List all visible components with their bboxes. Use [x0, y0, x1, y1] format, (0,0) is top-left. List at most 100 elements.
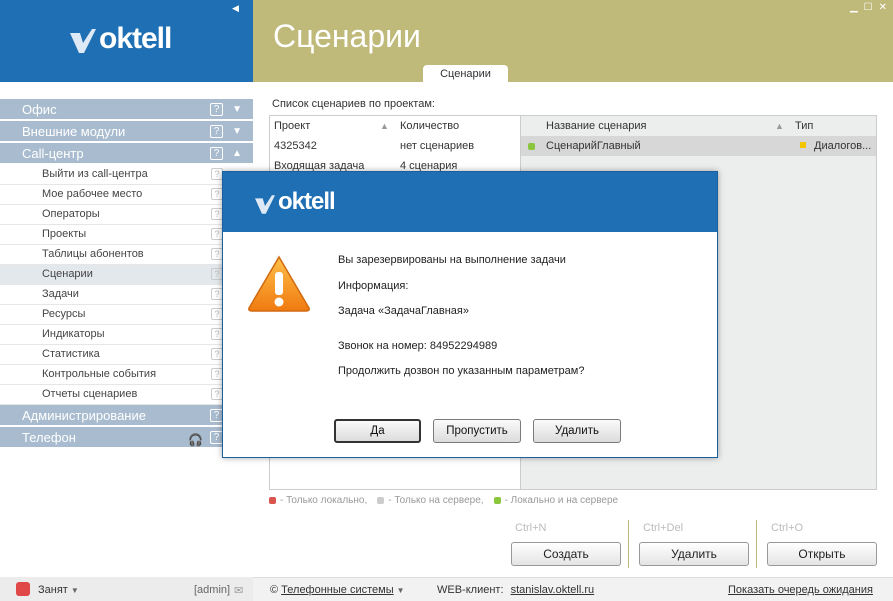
minimize-icon[interactable]: ▁ [850, 2, 858, 13]
column-type[interactable]: Тип [795, 116, 813, 136]
nav-item-operators[interactable]: Операторы? [0, 205, 253, 225]
show-queue-link[interactable]: Показать очередь ожидания [728, 584, 873, 596]
nav-item-subscriber-tables[interactable]: Таблицы абонентов? [0, 245, 253, 265]
headset-icon[interactable]: 🎧 [188, 430, 203, 451]
nav-item-label: Контрольные события [42, 368, 157, 380]
nav-item-label: Статистика [42, 348, 100, 360]
help-icon[interactable]: ? [210, 147, 223, 160]
nav-item-label: Сценарии [42, 268, 93, 280]
mail-icon[interactable]: ✉ [234, 584, 243, 597]
dialog-oktell-logo: oktell [255, 188, 336, 216]
nav-section-phone[interactable]: Телефон 🎧 ? [0, 427, 253, 449]
help-icon[interactable]: ? [210, 125, 223, 138]
web-client-link[interactable]: stanislav.oktell.ru [511, 584, 595, 596]
chevron-down-icon[interactable]: ▼ [397, 586, 405, 595]
tab-scenarios[interactable]: Сценарии [423, 65, 508, 83]
nav-section-label: Телефон [22, 430, 76, 445]
nav-section-label: Администрирование [22, 408, 146, 423]
nav-item-exit-call-center[interactable]: Выйти из call-центра? [0, 165, 253, 185]
nav-item-label: Отчеты сценариев [42, 388, 138, 400]
oktell-logo: oktell [70, 22, 172, 56]
project-list-header: Проект ▲ Количество [270, 116, 520, 136]
open-button[interactable]: Открыть [767, 542, 877, 566]
nav-section-label: Офис [22, 102, 57, 117]
nav-item-label: Таблицы абонентов [42, 248, 144, 260]
nav-item-control-events[interactable]: Контрольные события? [0, 365, 253, 385]
status-text: Занят [38, 584, 68, 596]
gray-square-icon [377, 496, 385, 504]
nav-item-projects[interactable]: Проекты? [0, 225, 253, 245]
nav-item-label: Проекты [42, 228, 87, 240]
dialog-delete-button[interactable]: Удалить [533, 419, 621, 443]
divider [628, 520, 629, 568]
close-icon[interactable]: ✕ [879, 2, 887, 13]
legend-local: - Только локально, [269, 495, 367, 506]
nav-item-label: Ресурсы [42, 308, 86, 320]
legend-server: - Только на сервере, [377, 495, 484, 506]
delete-button[interactable]: Удалить [639, 542, 749, 566]
web-label: WEB-клиент: [437, 584, 504, 596]
nav-section-external-modules[interactable]: Внешние модули ? ▼ [0, 121, 253, 143]
busy-status-icon[interactable] [16, 582, 30, 596]
chevron-up-icon[interactable]: ▲ [232, 143, 242, 164]
chevron-down-icon[interactable]: ▼ [232, 99, 242, 120]
nav-item-statistics[interactable]: Статистика? [0, 345, 253, 365]
sort-asc-icon[interactable]: ▲ [380, 116, 389, 136]
legend-server-text: - Только на сервере, [388, 495, 484, 506]
cell-project: 4325342 [274, 140, 317, 152]
nav-item-scenario-reports[interactable]: Отчеты сценариев? [0, 385, 253, 405]
dialog-message: Вы зарезервированы на выполнение задачи [338, 254, 566, 266]
nav-item-scenarios[interactable]: Сценарии? [0, 265, 253, 285]
nav-item-label: Задачи [42, 288, 79, 300]
cell-type: Диалогов... [814, 140, 872, 152]
legend-both-text: - Локально и на сервере [504, 495, 619, 506]
nav-section-administration[interactable]: Администрирование ? [0, 405, 253, 427]
nav-item-resources[interactable]: Ресурсы? [0, 305, 253, 325]
legend-local-text: - Только локально, [280, 495, 368, 506]
dialog-header: oktell [223, 172, 717, 232]
scenario-list-label: Список сценариев по проектам: [272, 98, 435, 110]
nav-section-office[interactable]: Офис ? ▼ [0, 99, 253, 121]
nav-section-call-center[interactable]: Call-центр ? ▲ [0, 143, 253, 165]
help-icon[interactable]: ? [210, 103, 223, 116]
nav-item-label: Операторы [42, 208, 100, 220]
company-link[interactable]: Телефонные системы [281, 584, 393, 596]
create-button[interactable]: Создать [511, 542, 621, 566]
table-row[interactable]: 4325342 нет сценариев [270, 136, 520, 156]
dialog-type-icon [800, 142, 806, 148]
copyright-sign: © [270, 584, 279, 596]
status-selector[interactable]: Занят ▼ [38, 584, 79, 596]
nav-item-workplace[interactable]: Мое рабочее место? [0, 185, 253, 205]
cell-count: нет сценариев [400, 140, 475, 152]
logo-area: oktell [0, 0, 253, 82]
column-scenario-name[interactable]: Название сценария [546, 116, 646, 136]
yes-button[interactable]: Да [334, 419, 421, 443]
window-controls: ▁ ☐ ✕ [850, 2, 887, 13]
nav-section-label: Call-центр [22, 146, 84, 161]
red-square-icon [269, 496, 276, 504]
skip-button[interactable]: Пропустить [433, 419, 521, 443]
sort-asc-icon[interactable]: ▲ [775, 116, 784, 136]
chevron-down-icon[interactable]: ▼ [232, 121, 242, 142]
dialog-question: Продолжить дозвон по указанным параметра… [338, 365, 585, 377]
web-client: WEB-клиент: stanislav.oktell.ru [437, 584, 594, 596]
collapse-panel-icon[interactable]: ◀ [232, 3, 239, 14]
dialog-task: Задача «ЗадачаГлавная» [338, 305, 469, 317]
sidebar-nav: Офис ? ▼ Внешние модули ? ▼ Call-центр ?… [0, 99, 253, 449]
oktell-logo-icon [255, 193, 275, 214]
legend-both: - Локально и на сервере [493, 495, 619, 506]
column-count[interactable]: Количество [400, 116, 459, 136]
dialog-info-label: Информация: [338, 280, 409, 292]
nav-item-tasks[interactable]: Задачи? [0, 285, 253, 305]
column-project[interactable]: Проект [274, 116, 310, 136]
nav-item-label: Выйти из call-центра [42, 168, 148, 180]
nav-item-indicators[interactable]: Индикаторы? [0, 325, 253, 345]
chevron-down-icon: ▼ [70, 586, 79, 595]
nav-item-label: Мое рабочее место [42, 188, 143, 200]
reservation-dialog: oktell Вы зарезервированы на выполнение … [222, 171, 718, 458]
create-hotkey: Ctrl+N [515, 522, 547, 534]
maximize-icon[interactable]: ☐ [864, 2, 873, 13]
oktell-logo-icon [70, 27, 96, 53]
user-name: [admin] [194, 584, 231, 596]
table-row[interactable]: СценарийГлавный Диалогов... [521, 136, 876, 156]
